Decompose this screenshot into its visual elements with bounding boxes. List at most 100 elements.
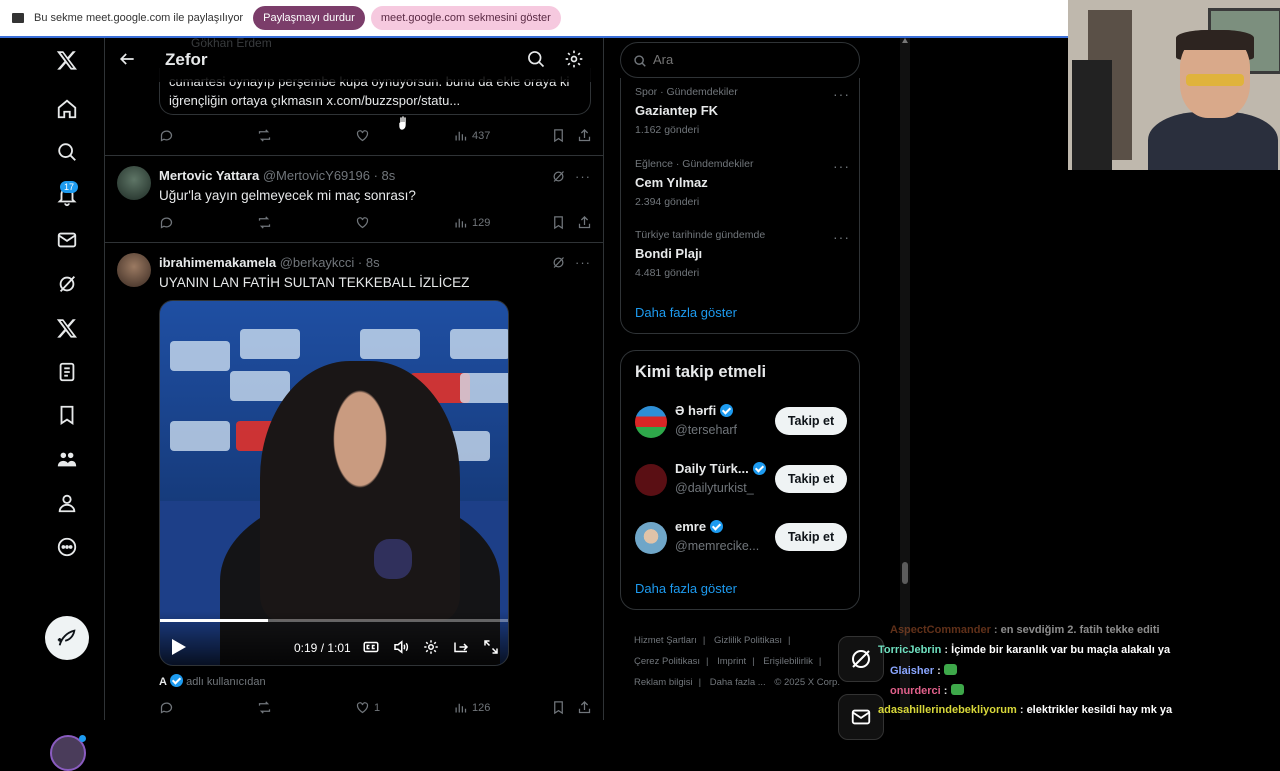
follow-button[interactable]: Takip et: [775, 523, 847, 551]
scrollbar-thumb[interactable]: [902, 562, 908, 584]
video-progress-bar[interactable]: [160, 619, 508, 622]
retweet-icon[interactable]: [257, 128, 272, 143]
dock-icon[interactable]: [452, 638, 470, 656]
like-icon[interactable]: [355, 128, 370, 143]
profile-icon[interactable]: [50, 486, 84, 520]
follow-button[interactable]: Takip et: [775, 407, 847, 435]
views-stat[interactable]: 129: [453, 215, 490, 230]
avatar[interactable]: [635, 406, 667, 438]
footer-link[interactable]: Reklam bilgisi: [634, 677, 693, 688]
back-arrow-icon[interactable]: [117, 49, 137, 69]
communities-icon[interactable]: [50, 442, 84, 476]
footer-link[interactable]: Daha fazla ...: [710, 677, 766, 688]
tweet-text: Uğur'la yayın gelmeyecek mi maç sonrası?: [159, 188, 416, 203]
trend-count: 2.394 gönderi: [635, 196, 700, 208]
fullscreen-icon[interactable]: [482, 638, 500, 656]
follow-suggestion[interactable]: Ə hərfi @terseharf Takip et: [635, 403, 849, 443]
screen-share-icon: [12, 13, 24, 23]
search-bar[interactable]: [620, 42, 860, 78]
share-icon[interactable]: [577, 215, 592, 230]
bookmarks-icon[interactable]: [50, 398, 84, 432]
settings-gear-icon[interactable]: [564, 49, 584, 69]
trend-item[interactable]: Eğlence · Gündemdekiler Cem Yılmaz 2.394…: [635, 158, 850, 208]
retweet-icon[interactable]: [257, 700, 272, 715]
follow-suggestion[interactable]: Daily Türk... @dailyturkist_ Takip et: [635, 461, 849, 501]
bookmark-icon[interactable]: [551, 700, 566, 715]
stop-sharing-button[interactable]: Paylaşmayı durdur: [253, 6, 365, 30]
premium-x-icon[interactable]: [50, 311, 84, 345]
volume-icon[interactable]: [392, 638, 410, 656]
trend-item[interactable]: Spor · Gündemdekiler Gaziantep FK 1.162 …: [635, 86, 850, 136]
trends-show-more-link[interactable]: Daha fazla göster: [635, 305, 737, 320]
header-search-icon[interactable]: [526, 49, 546, 69]
more-circle-icon[interactable]: [50, 530, 84, 564]
video-time: 0:19 / 1:01: [294, 641, 351, 655]
grok-icon[interactable]: [551, 255, 566, 270]
trend-item[interactable]: Türkiye tarihinde gündemde Bondi Plajı 4…: [635, 229, 850, 279]
messages-icon[interactable]: [50, 223, 84, 257]
reply-icon[interactable]: [159, 700, 174, 715]
more-options-icon[interactable]: ···: [575, 255, 591, 270]
tweet-author[interactable]: ibrahimemakamela @berkaykcci · 8s: [159, 255, 380, 270]
more-options-icon[interactable]: ···: [833, 229, 850, 245]
mouse-cursor-icon: [398, 116, 407, 130]
avatar[interactable]: [117, 166, 151, 200]
more-options-icon[interactable]: ···: [833, 86, 850, 102]
more-options-icon[interactable]: ···: [575, 169, 591, 184]
footer-link[interactable]: Hizmet Şartları: [634, 635, 697, 646]
avatar[interactable]: [635, 464, 667, 496]
like-icon[interactable]: [355, 215, 370, 230]
share-icon[interactable]: [577, 700, 592, 715]
compose-post-button[interactable]: [45, 616, 89, 660]
show-tab-button[interactable]: meet.google.com sekmesini göster: [370, 6, 561, 30]
tweet-author[interactable]: Mertovic Yattara @MertovicY69196 · 8s: [159, 168, 395, 183]
chat-user: AspectCommander: [890, 624, 991, 636]
page-title: Zefor: [165, 50, 208, 69]
feather-icon: [57, 629, 76, 646]
right-sidebar: Spor · Gündemdekiler Gaziantep FK 1.162 …: [620, 38, 862, 720]
share-icon[interactable]: [577, 128, 592, 143]
follow-show-more-link[interactable]: Daha fazla göster: [635, 581, 737, 596]
video-source-label[interactable]: A adlı kullanıcıdan: [159, 674, 266, 688]
divider: [105, 242, 603, 243]
footer-link[interactable]: Erişilebilirlik: [763, 656, 813, 667]
avatar[interactable]: [117, 253, 151, 287]
who-to-follow-card: Kimi takip etmeli Ə hərfi @terseharf Tak…: [620, 350, 860, 610]
more-options-icon[interactable]: ···: [833, 158, 850, 174]
views-count: 126: [472, 701, 491, 714]
footer-link[interactable]: Çerez Politikası: [634, 656, 700, 667]
retweet-icon[interactable]: [257, 215, 272, 230]
trend-category: Spor · Gündemdekiler: [635, 86, 738, 98]
account-avatar[interactable]: [50, 735, 86, 771]
avatar[interactable]: [635, 522, 667, 554]
chat-grok-icon: [838, 636, 884, 682]
grok-icon[interactable]: [551, 169, 566, 184]
reply-icon[interactable]: [159, 215, 174, 230]
views-icon: [455, 218, 467, 228]
follow-suggestion[interactable]: emre @memrecike... Takip et: [635, 519, 849, 559]
search-input[interactable]: [651, 51, 845, 68]
verified-badge-icon: [710, 520, 724, 533]
video-settings-icon[interactable]: [422, 638, 440, 656]
footer-link[interactable]: Gizlilik Politikası: [714, 635, 782, 646]
follow-button[interactable]: Takip et: [775, 465, 847, 493]
play-icon[interactable]: [172, 639, 186, 655]
home-icon[interactable]: [50, 92, 84, 126]
page-scrollbar[interactable]: [900, 38, 910, 720]
x-logo-icon[interactable]: [50, 43, 84, 77]
bookmark-icon[interactable]: [551, 215, 566, 230]
captions-icon[interactable]: [362, 638, 380, 656]
search-icon[interactable]: [50, 135, 84, 169]
chat-user: TorricJebrin: [878, 644, 942, 656]
views-stat[interactable]: 437: [453, 128, 490, 143]
timeline-header: Zefor: [105, 38, 603, 82]
grok-icon[interactable]: [50, 267, 84, 301]
sidebar-footer: Hizmet Şartları | Gizlilik Politikası | Çe…: [634, 635, 840, 688]
like-stat[interactable]: 1: [355, 700, 380, 715]
lists-icon[interactable]: [50, 355, 84, 389]
footer-link[interactable]: Imprint: [717, 656, 746, 667]
bookmark-icon[interactable]: [551, 128, 566, 143]
reply-icon[interactable]: [159, 128, 174, 143]
video-player[interactable]: 0:19 / 1:01: [159, 300, 509, 666]
views-stat[interactable]: 126: [453, 700, 490, 715]
